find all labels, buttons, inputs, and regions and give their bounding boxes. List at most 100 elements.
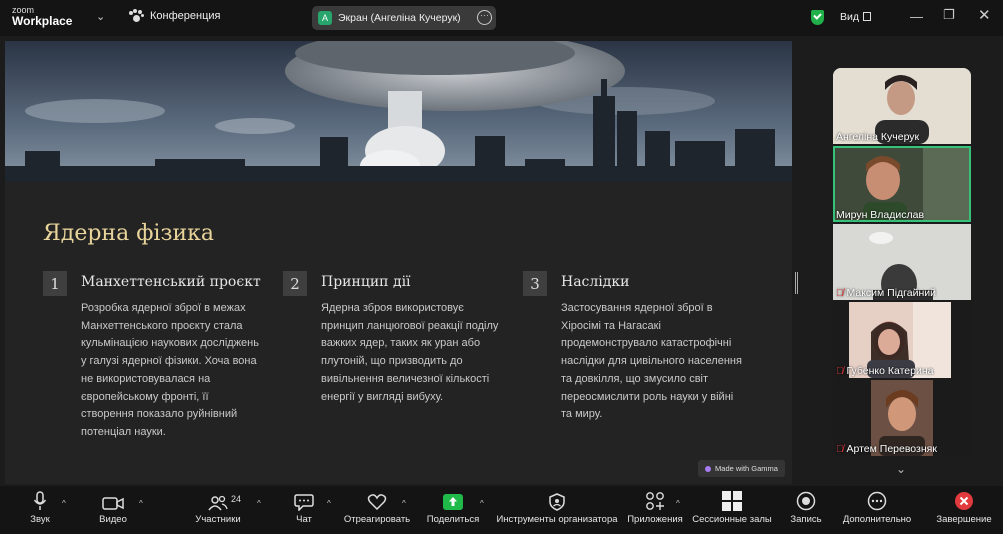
panel-resize-handle[interactable] — [795, 272, 798, 294]
body-line: плутоній, що призводить до — [321, 355, 463, 368]
participant-tile[interactable]: 🎙̸ Максим Підгайний — [833, 224, 971, 300]
video-options-caret-icon[interactable]: ^ — [139, 499, 143, 508]
react-button[interactable]: Отреагировать — [342, 486, 412, 534]
toolbar-label: Видео — [99, 514, 127, 525]
body-line: Розробка ядерної зброї в межах — [81, 302, 246, 314]
screen-share-pill[interactable]: A Экран (Ангеліна Кучерук) ··· — [312, 6, 496, 30]
body-line: не використовувалася на — [81, 372, 211, 385]
share-options-caret-icon[interactable]: ^ — [480, 499, 484, 508]
chevron-down-icon[interactable]: ⌄ — [96, 10, 105, 23]
column-number: 2 — [283, 271, 307, 296]
meeting-menu[interactable]: Конференция — [128, 9, 220, 23]
body-line: та довкілля, що змусило світ — [561, 372, 709, 385]
record-icon — [796, 491, 816, 511]
share-screen-icon — [443, 494, 463, 510]
column-title: Манхеттенський проєкт — [81, 274, 261, 290]
chat-button[interactable]: Чат — [288, 486, 320, 534]
audio-button[interactable]: Звук — [22, 486, 58, 534]
more-icon[interactable]: ··· — [477, 10, 492, 25]
title-bar: zoom Workplace ⌄ Конференция A Экран (Ан… — [0, 0, 1003, 36]
shared-slide: Ядерна фізика 1 Манхеттенський проєкт Ро… — [5, 41, 792, 484]
toolbar-label: Сессионные залы — [692, 514, 772, 525]
column-number: 3 — [523, 271, 547, 296]
body-line: вивільнення величезної кількості — [321, 372, 490, 385]
participant-tile[interactable]: 🎙̸ Губенко Катерина — [833, 302, 971, 378]
video-button[interactable]: Видео — [95, 486, 131, 534]
heart-icon — [367, 494, 387, 511]
screen-share-label: Экран (Ангеліна Кучерук) — [338, 12, 461, 24]
end-button[interactable]: Завершение — [934, 486, 994, 534]
host-tools-icon — [549, 493, 565, 511]
chat-options-caret-icon[interactable]: ^ — [327, 499, 331, 508]
body-line: Хіросімі та Нагасакі — [561, 319, 661, 332]
apps-options-caret-icon[interactable]: ^ — [676, 499, 680, 508]
more-icon — [867, 491, 887, 511]
participant-gallery: Ангеліна Кучерук Мирун Владислав 🎙̸ Макси… — [833, 68, 971, 456]
toolbar-label: Участники — [195, 514, 241, 525]
view-button[interactable]: Вид — [840, 11, 859, 23]
body-line: та миру. — [561, 408, 603, 421]
participant-tile[interactable]: Мирун Владислав — [833, 146, 971, 222]
mic-off-icon: 🎙̸ — [836, 287, 844, 299]
toolbar-label: Чат — [296, 514, 312, 525]
minimize-icon[interactable]: — — [910, 9, 923, 24]
meeting-toolbar: Звук ^ Видео ^ Участники 24 ^ Чат ^ Отре… — [0, 486, 1003, 534]
record-button[interactable]: Запись — [788, 486, 824, 534]
react-options-caret-icon[interactable]: ^ — [402, 499, 406, 508]
body-line: важких ядер, таких як уран або — [321, 337, 481, 350]
body-line: кульмінацією наукових досліджень — [81, 337, 259, 350]
toolbar-label: Звук — [30, 514, 50, 525]
toolbar-label: Дополнительно — [842, 514, 912, 525]
body-line: європейському фронті, її — [81, 390, 209, 403]
participant-name: Мирун Владислав — [836, 209, 925, 221]
participants-icon — [208, 495, 228, 511]
end-icon — [955, 492, 973, 510]
meeting-label: Конференция — [150, 10, 221, 22]
column-body: Розробка ядерної зброї в межах Манхеттен… — [81, 300, 281, 442]
share-button[interactable]: Поделиться — [425, 486, 481, 534]
toolbar-label: Запись — [790, 514, 822, 525]
paw-icon — [128, 9, 144, 23]
toolbar-label: Отреагировать — [343, 514, 411, 525]
toolbar-label: Завершение — [936, 514, 992, 525]
column-title: Принцип дії — [321, 274, 411, 290]
participant-count: 24 — [231, 494, 242, 504]
body-line: принцип ланцюгової реакції поділу — [321, 319, 499, 332]
participant-name: Ангеліна Кучерук — [836, 131, 920, 143]
shield-check-icon[interactable] — [811, 10, 824, 25]
close-icon[interactable]: ✕ — [978, 6, 991, 24]
column-number: 1 — [43, 271, 67, 296]
breakout-rooms-button[interactable]: Сессионные залы — [692, 486, 772, 534]
toolbar-label: Приложения — [627, 514, 683, 525]
grid-icon[interactable] — [863, 12, 871, 21]
apps-icon — [646, 492, 664, 510]
body-line: переосмислити роль науки у війні — [561, 390, 734, 403]
body-line: у галузі ядерної фізики. Хоча вона — [81, 355, 257, 368]
participant-tile[interactable]: Ангеліна Кучерук — [833, 68, 971, 144]
breakout-rooms-icon — [722, 491, 742, 511]
zoom-logo: zoom Workplace — [12, 5, 72, 27]
banner-image — [5, 41, 792, 182]
scroll-down-chevron-icon[interactable]: ⌄ — [896, 462, 906, 476]
participant-tile[interactable]: 🎙̸ Артем Перевозняк — [833, 380, 971, 456]
zoom-window: zoom Workplace ⌄ Конференция A Экран (Ан… — [0, 0, 1003, 534]
participants-options-caret-icon[interactable]: ^ — [257, 499, 261, 508]
body-line: Застосування ядерної зброї в — [561, 302, 713, 314]
body-line: продемонструвало катастрофічні — [561, 337, 732, 350]
body-line: енергії у вигляді вибуху. — [321, 390, 444, 403]
host-tools-button[interactable]: Инструменты организатора — [496, 486, 618, 534]
column-body: Застосування ядерної зброї в Хіросімі та… — [561, 300, 761, 424]
participant-name: 🎙̸ Губенко Катерина — [836, 365, 934, 377]
presenter-avatar: A — [318, 11, 332, 25]
more-button[interactable]: Дополнительно — [840, 486, 914, 534]
apps-button[interactable]: Приложения — [626, 486, 684, 534]
body-line: Ядерна зброя використовує — [321, 302, 464, 314]
toolbar-label: Поделиться — [426, 514, 480, 525]
microphone-icon — [33, 491, 47, 510]
slide-title: Ядерна фізика — [43, 221, 214, 246]
restore-icon[interactable]: ❐ — [943, 7, 955, 23]
audio-options-caret-icon[interactable]: ^ — [62, 499, 66, 508]
column-body: Ядерна зброя використовує принцип ланцюг… — [321, 300, 521, 406]
made-with-gamma-badge[interactable]: Made with Gamma — [698, 460, 785, 477]
gamma-icon — [705, 465, 712, 472]
